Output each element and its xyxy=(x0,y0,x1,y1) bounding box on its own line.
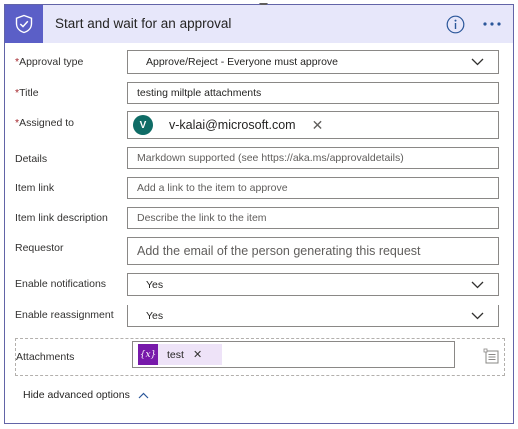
details-input[interactable]: Markdown supported (see https://aka.ms/a… xyxy=(127,147,499,169)
assignee-chip[interactable]: V v-kalai@microsoft.com ✕ xyxy=(133,115,323,135)
remove-assignee-button[interactable]: ✕ xyxy=(312,117,324,134)
item-link-input[interactable]: Add a link to the item to approve xyxy=(127,177,499,199)
attachments-input[interactable]: {x} test ✕ xyxy=(132,341,455,368)
assignee-email: v-kalai@microsoft.com xyxy=(169,118,296,132)
approval-action-card: Start and wait for an approval *Approval… xyxy=(4,3,514,424)
enable-notifications-dropdown[interactable]: Yes xyxy=(127,273,499,296)
dynamic-content-token[interactable]: {x} test ✕ xyxy=(138,344,222,365)
chevron-down-icon xyxy=(471,312,484,319)
info-icon[interactable] xyxy=(445,14,465,34)
requestor-input[interactable]: Add the email of the person generating t… xyxy=(127,237,499,265)
enable-reassignment-dropdown[interactable]: Yes xyxy=(127,305,499,327)
enable-reassignment-label: Enable reassignment xyxy=(15,309,114,321)
assigned-to-label: *Assigned to xyxy=(15,117,74,129)
approval-type-label: *Approval type xyxy=(15,56,84,68)
enable-notifications-value: Yes xyxy=(146,278,164,291)
avatar: V xyxy=(133,115,153,135)
details-label: Details xyxy=(15,153,48,165)
hide-advanced-options-label: Hide advanced options xyxy=(23,389,130,401)
attachments-row: Attachments {x} test ✕ xyxy=(15,338,505,376)
chevron-up-icon xyxy=(138,392,149,398)
approval-check-icon xyxy=(5,5,43,43)
remove-token-button[interactable]: ✕ xyxy=(193,348,202,361)
action-header[interactable]: Start and wait for an approval xyxy=(5,5,513,43)
item-link-label: Item link xyxy=(15,182,55,194)
approval-type-value: Approve/Reject - Everyone must approve xyxy=(146,56,339,68)
title-label: *Title xyxy=(15,87,39,99)
attachments-label: Attachments xyxy=(16,351,75,363)
requestor-label: Requestor xyxy=(15,242,64,254)
chevron-down-icon xyxy=(471,281,484,288)
chevron-down-icon xyxy=(471,58,484,66)
title-input[interactable]: testing miltple attachments xyxy=(127,82,499,104)
more-options-icon[interactable] xyxy=(479,15,505,33)
token-label: test xyxy=(167,348,184,361)
item-link-description-input[interactable]: Describe the link to the item xyxy=(127,207,499,229)
enable-reassignment-value: Yes xyxy=(146,309,164,322)
hide-advanced-options-button[interactable]: Hide advanced options xyxy=(23,389,149,401)
approval-type-dropdown[interactable]: Approve/Reject - Everyone must approve xyxy=(127,50,499,74)
dynamic-content-icon[interactable] xyxy=(483,348,501,366)
action-title: Start and wait for an approval xyxy=(55,16,232,31)
enable-notifications-label: Enable notifications xyxy=(15,278,107,290)
item-link-description-label: Item link description xyxy=(15,212,108,224)
expression-icon: {x} xyxy=(138,344,158,365)
assigned-to-input[interactable]: V v-kalai@microsoft.com ✕ xyxy=(127,111,499,139)
